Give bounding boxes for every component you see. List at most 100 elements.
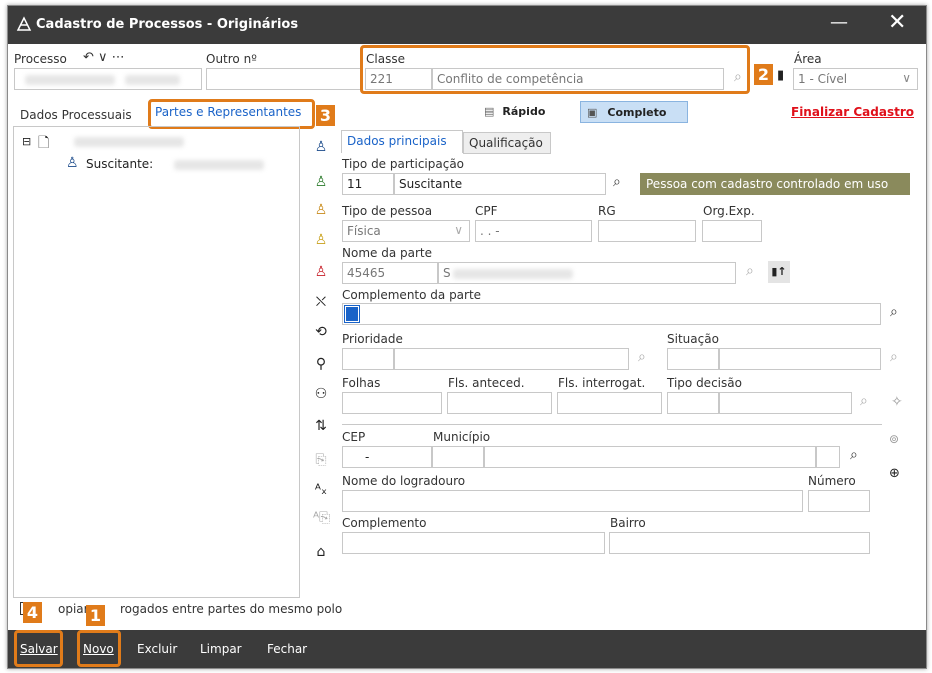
highlight-classe	[360, 45, 750, 94]
party-3-icon[interactable]: ♙	[313, 202, 329, 218]
folhas-input[interactable]	[342, 392, 442, 414]
party-t-icon[interactable]: ♙	[313, 264, 329, 280]
remove-person-icon[interactable]: ⛌	[313, 294, 329, 310]
municipio-search-icon[interactable]: ⌕	[850, 447, 858, 463]
area-select[interactable]: 1 - Cível ∨	[793, 68, 918, 90]
complemento-parte-label: Complemento da parte	[342, 288, 482, 302]
area-toggle-icon[interactable]: ▮	[777, 68, 784, 83]
tipo-participacao-code-input[interactable]: 11	[342, 173, 394, 195]
fls-interrogat-label: Fls. interrogat.	[558, 376, 646, 390]
bairro-input[interactable]	[609, 532, 870, 554]
outro-numero-input[interactable]	[206, 68, 361, 90]
processo-nav-icons[interactable]: ↶ ∨ ⋯	[83, 50, 125, 65]
numero-input[interactable]	[808, 490, 870, 512]
nome-parte-label: Nome da parte	[342, 246, 432, 260]
copiar-label-end: rogados entre partes do mesmo polo	[120, 602, 343, 616]
home-arrow-icon[interactable]: ⌂	[313, 544, 329, 560]
subtab-dados-principais[interactable]: Dados principais	[347, 134, 447, 148]
tipo-decisao-search-icon[interactable]: ⌕	[860, 393, 868, 409]
tree-collapse-icon[interactable]: ⊟	[22, 135, 31, 148]
nome-parte-code-input[interactable]: 45465	[342, 262, 438, 284]
completo-button[interactable]: ▣ Completo	[580, 101, 688, 123]
complemento-input[interactable]	[342, 532, 605, 554]
run-icon[interactable]: ⚲	[313, 356, 329, 372]
close-button[interactable]: ✕	[888, 10, 906, 35]
rg-label: RG	[598, 204, 616, 218]
area-value: 1 - Cível	[798, 72, 848, 86]
cpf-label: CPF	[475, 204, 498, 218]
situacao-input[interactable]	[719, 348, 881, 370]
person-icon: ♙	[66, 155, 79, 171]
subtab-qualificacao[interactable]: Qualificação	[469, 136, 543, 150]
nome-parte-input[interactable]: S	[438, 262, 736, 284]
fls-anteced-input[interactable]	[447, 392, 552, 414]
nome-parte-search-icon[interactable]: ⌕	[746, 263, 754, 279]
prioridade-code-input[interactable]	[342, 348, 394, 370]
tipo-pessoa-label: Tipo de pessoa	[342, 204, 433, 218]
prioridade-search-icon[interactable]: ⌕	[638, 349, 646, 365]
chevron-down-icon: ∨	[902, 71, 911, 85]
chevron-down-icon: ∨	[454, 223, 463, 237]
prioridade-input[interactable]	[394, 348, 629, 370]
cep-input[interactable]: -	[342, 446, 432, 468]
minimize-button[interactable]: —	[830, 12, 848, 33]
situacao-search-icon[interactable]: ⌕	[890, 349, 898, 365]
copiar-label-start: opiar	[58, 602, 89, 616]
party-p-icon[interactable]: ♙	[313, 174, 329, 190]
municipio-code-input[interactable]	[432, 446, 484, 468]
fechar-button[interactable]: Fechar	[267, 642, 307, 656]
logradouro-label: Nome do logradouro	[342, 474, 466, 488]
complemento-parte-input[interactable]	[342, 303, 881, 325]
tipo-participacao-search-icon[interactable]: ⌕	[613, 174, 621, 190]
swap-persons-icon[interactable]: ⟲	[313, 324, 329, 340]
cpf-input[interactable]: . . -	[475, 220, 592, 242]
highlight-novo	[77, 630, 121, 667]
fls-interrogat-input[interactable]	[557, 392, 662, 414]
orgexp-label: Org.Exp.	[703, 204, 755, 218]
municipio-input[interactable]	[484, 446, 816, 468]
limpar-button[interactable]: Limpar	[200, 642, 242, 656]
person-copy-disabled-icon: ᴬ⎘	[313, 510, 331, 526]
badge-4: 4	[23, 602, 42, 623]
situacao-code-input[interactable]	[667, 348, 719, 370]
area-label: Área	[794, 52, 822, 66]
logradouro-input[interactable]	[342, 490, 803, 512]
text-cursor	[344, 305, 360, 323]
folhas-label: Folhas	[342, 376, 381, 390]
rapido-button[interactable]: ▤ Rápido	[478, 101, 578, 123]
tipo-pessoa-select[interactable]: Física ∨	[342, 220, 470, 242]
grid-icon: ▤	[484, 105, 495, 118]
uf-input[interactable]	[816, 446, 840, 468]
excluir-button[interactable]: Excluir	[137, 642, 177, 656]
tab-dados-processuais[interactable]: Dados Processuais	[20, 108, 132, 122]
prioridade-label: Prioridade	[342, 332, 403, 346]
party-r-icon[interactable]: ♙	[313, 232, 329, 248]
tree-child-label[interactable]: Suscitante:	[86, 157, 153, 171]
tipo-decisao-input[interactable]	[719, 392, 852, 414]
title-bar: Cadastro de Processos - Originários — ✕	[8, 6, 926, 44]
tipo-decisao-code-input[interactable]	[667, 392, 719, 414]
highlight-salvar	[14, 630, 63, 667]
group-icon[interactable]: ⚇	[313, 386, 329, 402]
bairro-label: Bairro	[610, 516, 646, 530]
main-window: Cadastro de Processos - Originários — ✕ …	[7, 5, 927, 669]
map-pin-icon[interactable]: ⊚	[889, 432, 899, 446]
municipio-label: Município	[433, 430, 491, 444]
pessoa-controlada-button[interactable]: Pessoa com cadastro controlado em uso	[640, 173, 910, 195]
sort-icon[interactable]: ⇅	[313, 418, 329, 434]
badge-3: 3	[316, 105, 335, 126]
rg-input[interactable]	[598, 220, 696, 242]
export-person-icon[interactable]: ▮↑	[768, 261, 790, 283]
person-x-icon[interactable]: ᴬₓ	[313, 482, 329, 498]
numero-label: Número	[808, 474, 856, 488]
map-add-icon[interactable]: ⊕	[889, 466, 900, 481]
outro-numero-label: Outro nº	[206, 52, 257, 66]
pin-icon[interactable]: ✧	[891, 394, 903, 410]
complemento-parte-search-icon[interactable]: ⌕	[890, 304, 898, 320]
party-a-icon[interactable]: ♙	[313, 139, 329, 155]
tipo-participacao-input[interactable]: Suscitante	[394, 173, 606, 195]
address-separator	[342, 424, 882, 425]
processo-input[interactable]	[14, 68, 202, 90]
orgexp-input[interactable]	[702, 220, 762, 242]
finalizar-cadastro-link[interactable]: Finalizar Cadastro	[791, 105, 914, 119]
